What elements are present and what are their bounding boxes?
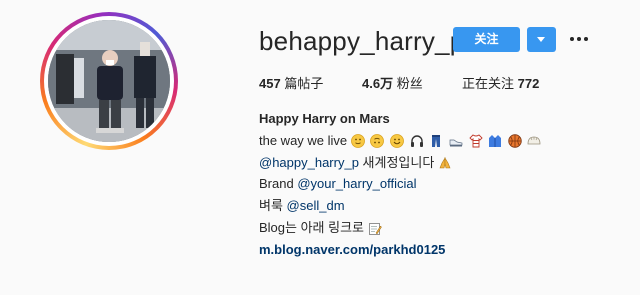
posts-stat: 457 篇帖子 <box>259 73 323 92</box>
following-count: 772 <box>517 76 540 91</box>
bio-line-new-account: @happy_harry_p 새계정입니다 <box>259 152 543 174</box>
bio-line-blog: Blog는 아래 링크로 <box>259 217 543 239</box>
bio-full-name: Happy Harry on Mars <box>259 111 390 126</box>
upside-down-face-emoji <box>370 134 385 149</box>
profile-avatar[interactable] <box>40 12 178 150</box>
smile-emoji <box>390 134 404 149</box>
memo-emoji <box>368 222 382 236</box>
profile-username: behappy_harry_p <box>259 26 465 56</box>
more-options-button[interactable] <box>566 29 592 49</box>
bio-brand-prefix: Brand <box>259 176 298 192</box>
followers-stat[interactable]: 4.6万 粉丝 <box>362 73 423 92</box>
avatar-ring-gap <box>44 16 174 146</box>
sneaker-emoji <box>449 134 463 148</box>
more-dot-icon <box>577 37 581 41</box>
bio-emoji-row <box>350 133 544 149</box>
bio-mention-happy-harry[interactable]: @happy_harry_p <box>259 155 359 170</box>
jeans-emoji <box>429 134 443 148</box>
followers-label: 粉丝 <box>396 76 423 91</box>
bio-tagline-text: the way we live <box>259 132 348 148</box>
avatar-photo <box>48 20 170 142</box>
bio-blog-text: Blog는 아래 링크로 <box>259 219 365 235</box>
coat-emoji <box>488 134 502 148</box>
posts-label: 篇帖子 <box>284 76 324 91</box>
avatar-image <box>48 20 170 142</box>
slight-smile-emoji <box>350 134 365 149</box>
tshirt-emoji <box>468 134 483 148</box>
bio-line-flea: 벼룩 @sell_dm <box>259 195 543 217</box>
chevron-down-icon <box>537 37 545 42</box>
follow-button[interactable]: 关注 <box>453 27 520 52</box>
basketball-emoji <box>508 134 522 149</box>
more-dot-icon <box>584 37 588 41</box>
bio-flea-prefix: 벼룩 <box>259 198 287 214</box>
profile-bio: Happy Harry on Mars the way we live @hap… <box>259 108 543 261</box>
posts-count: 457 <box>259 76 281 91</box>
dumpling-emoji <box>527 134 541 148</box>
following-stat[interactable]: 正在关注 772 <box>462 73 539 92</box>
followers-count: 4.6万 <box>362 76 394 91</box>
bio-line-tagline: the way we live <box>259 130 543 152</box>
bio-mention-brand[interactable]: @your_harry_official <box>297 176 416 191</box>
bio-mention-sell-dm[interactable]: @sell_dm <box>287 198 345 213</box>
more-dot-icon <box>570 37 574 41</box>
suggested-accounts-button[interactable] <box>527 27 556 52</box>
folded-hands-emoji <box>438 156 452 170</box>
bio-external-link[interactable]: m.blog.naver.com/parkhd0125 <box>259 239 543 261</box>
bio-line-brand: Brand @your_harry_official <box>259 173 543 195</box>
following-label: 正在关注 <box>462 76 515 91</box>
headphones-emoji <box>410 134 424 148</box>
bio-new-account-text: 새계정입니다 <box>358 154 435 170</box>
